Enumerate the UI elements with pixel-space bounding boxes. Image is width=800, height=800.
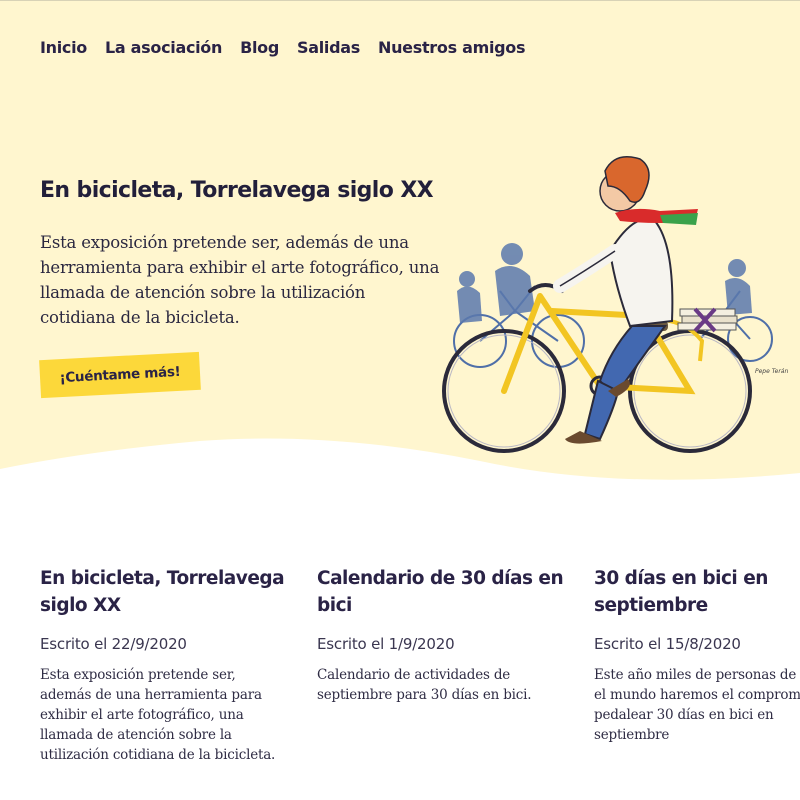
post-excerpt: Calendario de actividades de septiembre … — [317, 667, 532, 703]
post-excerpt: Este año miles de personas de todo el mu… — [594, 667, 800, 743]
blog-posts: En bicicleta, Torrelavega siglo XX Escri… — [0, 565, 800, 800]
background-cyclist-left-body — [457, 243, 535, 323]
post-card: 30 días en bici en septiembre Escrito el… — [594, 565, 800, 745]
post-card: Calendario de 30 días en bici Escrito el… — [317, 565, 567, 705]
main-nav: Inicio La asociación Blog Salidas Nuestr… — [40, 38, 526, 57]
nav-item-la-asociacion[interactable]: La asociación — [105, 38, 222, 57]
nav-item-inicio[interactable]: Inicio — [40, 38, 87, 57]
post-date: Escrito el 22/9/2020 — [40, 635, 187, 653]
illustration-signature: Pepe Terán — [755, 368, 789, 375]
hero-wave-divider — [0, 438, 800, 491]
post-title[interactable]: En bicicleta, Torrelavega siglo XX — [40, 565, 290, 619]
post-card: En bicicleta, Torrelavega siglo XX Escri… — [40, 565, 290, 765]
nav-item-blog[interactable]: Blog — [240, 38, 279, 57]
post-title[interactable]: Calendario de 30 días en bici — [317, 565, 567, 619]
post-excerpt: Esta exposición pretende ser, además de … — [40, 667, 276, 763]
books-on-rack — [677, 307, 738, 333]
post-date: Escrito el 1/9/2020 — [317, 635, 455, 653]
tell-me-more-button[interactable]: ¡Cuéntame más! — [39, 351, 201, 399]
background-cyclist-right-body — [725, 259, 752, 315]
nav-item-salidas[interactable]: Salidas — [297, 38, 360, 57]
hero-title: En bicicleta, Torrelavega siglo XX — [40, 178, 434, 203]
post-date: Escrito el 15/8/2020 — [594, 635, 741, 653]
hero-section: Inicio La asociación Blog Salidas Nuestr… — [0, 0, 800, 491]
nav-item-nuestros-amigos[interactable]: Nuestros amigos — [378, 38, 526, 57]
hero-description: Esta exposición pretende ser, además de … — [40, 233, 440, 327]
post-title[interactable]: 30 días en bici en septiembre — [594, 565, 800, 619]
